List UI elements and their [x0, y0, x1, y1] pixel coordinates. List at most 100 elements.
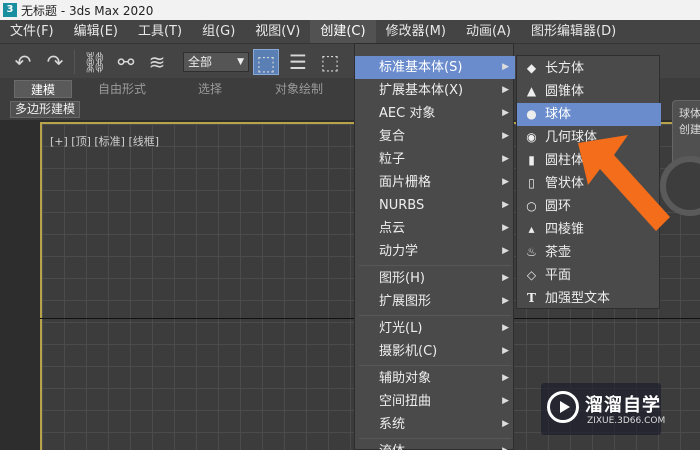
submenu-arrow-icon: ▶ — [502, 346, 509, 356]
create-menu-item-cameras[interactable]: 摄影机(C) ▶ — [355, 340, 515, 363]
menu-item-label: 粒子 — [379, 152, 406, 167]
cmd-panel-line2: 创建 — [679, 123, 700, 136]
submenu-arrow-icon: ▶ — [502, 246, 509, 256]
selection-filter-dropdown[interactable]: 全部 ▼ — [183, 52, 249, 72]
create-menu-item-extended-primitives[interactable]: 扩展基本体(X) ▶ — [355, 79, 515, 102]
menu-item-label: 加强型文本 — [545, 291, 611, 306]
menu-item-label: 灯光(L) — [379, 321, 423, 336]
menu-item-label: 系统 — [379, 417, 406, 432]
menu-group[interactable]: 组(G) — [192, 20, 245, 43]
tab-freeform[interactable]: 自由形式 — [98, 80, 146, 98]
create-menu-item-space-warps[interactable]: 空间扭曲 ▶ — [355, 390, 515, 413]
menu-item-label: 摄影机(C) — [379, 344, 438, 359]
create-menu-item-dynamics[interactable]: 动力学 ▶ — [355, 240, 515, 263]
submenu-arrow-icon: ▶ — [502, 373, 509, 383]
redo-icon[interactable]: ↷ — [42, 49, 68, 75]
submenu-arrow-icon: ▶ — [502, 131, 509, 141]
menu-divider — [359, 438, 511, 439]
menu-item-label: 空间扭曲 — [379, 394, 432, 409]
menu-item-label: 平面 — [545, 268, 572, 283]
pyramid-icon: ▴ — [528, 222, 535, 236]
menu-item-label: 圆锥体 — [545, 84, 585, 99]
tube-icon: ▯ — [528, 176, 535, 190]
menu-item-label: 点云 — [379, 221, 406, 236]
undo-icon[interactable]: ↶ — [10, 49, 36, 75]
toolbar-divider — [74, 50, 75, 74]
window-title: 无标题 - 3ds Max 2020 — [21, 3, 154, 18]
poly-modeling-label[interactable]: 多边形建模 — [10, 101, 81, 118]
submenu-arrow-icon: ▶ — [502, 419, 509, 429]
submenu-arrow-icon: ▶ — [502, 273, 509, 283]
create-menu-item-lights[interactable]: 灯光(L) ▶ — [355, 317, 515, 340]
rect-region-icon[interactable]: ⬚ — [317, 49, 343, 75]
link-icon[interactable]: ⛓ — [82, 49, 108, 75]
create-menu-item-particles[interactable]: 粒子 ▶ — [355, 148, 515, 171]
viewport-label[interactable]: [+] [顶] [标准] [线框] — [50, 133, 159, 149]
create-menu: 标准基本体(S) ▶ 扩展基本体(X) ▶ AEC 对象 ▶ 复合 ▶ 粒子 ▶… — [354, 43, 515, 450]
submenu-arrow-icon: ▶ — [502, 323, 509, 333]
std-item-plane[interactable]: ◇ 平面 — [517, 264, 661, 287]
menu-tools[interactable]: 工具(T) — [128, 20, 192, 43]
create-menu-item-shapes[interactable]: 图形(H) ▶ — [355, 267, 515, 290]
menu-bar: 文件(F) 编辑(E) 工具(T) 组(G) 视图(V) 创建(C) 修改器(M… — [0, 20, 700, 43]
menu-item-label: 球体 — [545, 107, 572, 122]
submenu-arrow-icon: ▶ — [502, 396, 509, 406]
sphere-icon: ● — [526, 107, 537, 121]
std-item-sphere[interactable]: ● 球体 — [517, 103, 661, 126]
create-menu-item-compound[interactable]: 复合 ▶ — [355, 125, 515, 148]
select-object-icon[interactable]: ⬚ — [253, 49, 279, 75]
submenu-arrow-icon: ▶ — [502, 177, 509, 187]
std-item-cone[interactable]: ▲ 圆锥体 — [517, 80, 661, 103]
menu-modifiers[interactable]: 修改器(M) — [376, 20, 456, 43]
menu-edit[interactable]: 编辑(E) — [64, 20, 128, 43]
create-menu-item-helpers[interactable]: 辅助对象 ▶ — [355, 367, 515, 390]
menu-item-label: 复合 — [379, 129, 406, 144]
annotation-arrow-icon — [578, 135, 670, 231]
create-menu-item-aec-objects[interactable]: AEC 对象 ▶ — [355, 102, 515, 125]
menu-item-label: NURBS — [379, 198, 425, 213]
create-menu-item-patch-grids[interactable]: 面片栅格 ▶ — [355, 171, 515, 194]
menu-view[interactable]: 视图(V) — [245, 20, 310, 43]
menu-item-label: 动力学 — [379, 244, 419, 259]
torus-icon: ○ — [526, 199, 537, 213]
text-icon: T — [527, 291, 536, 305]
watermark-subtitle: ZIXUE.3D66.COM — [587, 416, 666, 426]
menu-item-label: 标准基本体(S) — [379, 60, 463, 75]
create-menu-item-extended-shapes[interactable]: 扩展图形 ▶ — [355, 290, 515, 313]
menu-item-label: 辅助对象 — [379, 371, 432, 386]
submenu-arrow-icon: ▶ — [502, 296, 509, 306]
create-menu-item-point-cloud[interactable]: 点云 ▶ — [355, 217, 515, 240]
create-menu-item-fluids[interactable]: 流体 ▶ — [355, 440, 515, 450]
submenu-arrow-icon: ▶ — [502, 85, 509, 95]
unlink-icon[interactable]: ⚯ — [113, 49, 139, 75]
cmd-panel-line1: 球体 — [679, 107, 700, 120]
submenu-arrow-icon: ▶ — [502, 223, 509, 233]
create-menu-item-systems[interactable]: 系统 ▶ — [355, 413, 515, 436]
create-menu-item-standard-primitives[interactable]: 标准基本体(S) ▶ — [355, 56, 515, 79]
menu-create[interactable]: 创建(C) — [310, 20, 376, 43]
cone-icon: ▲ — [526, 84, 537, 98]
cylinder-icon: ▮ — [528, 153, 535, 167]
selection-filter-value: 全部 — [188, 55, 213, 69]
watermark: 溜溜自学 ZIXUE.3D66.COM — [541, 383, 665, 435]
menu-item-label: 茶壶 — [545, 245, 572, 260]
std-item-box[interactable]: ◆ 长方体 — [517, 57, 661, 80]
menu-divider — [359, 265, 511, 266]
menu-graph-editors[interactable]: 图形编辑器(D) — [521, 20, 626, 43]
menu-item-label: 扩展基本体(X) — [379, 83, 464, 98]
box-icon: ◆ — [526, 61, 537, 75]
submenu-arrow-icon: ▶ — [502, 154, 509, 164]
bind-space-warp-icon[interactable]: ≋ — [144, 49, 170, 75]
submenu-arrow-icon: ▶ — [502, 440, 509, 450]
submenu-arrow-icon: ▶ — [502, 62, 509, 72]
tab-object-paint[interactable]: 对象绘制 — [275, 80, 323, 98]
tab-selection[interactable]: 选择 — [198, 80, 222, 98]
menu-file[interactable]: 文件(F) — [0, 20, 64, 43]
std-item-text-plus[interactable]: T 加强型文本 — [517, 287, 661, 310]
tab-modeling[interactable]: 建模 — [14, 80, 73, 98]
submenu-arrow-icon: ▶ — [502, 200, 509, 210]
select-by-name-icon[interactable]: ☰ — [285, 49, 311, 75]
create-menu-item-nurbs[interactable]: NURBS ▶ — [355, 194, 515, 217]
menu-animation[interactable]: 动画(A) — [456, 20, 521, 43]
menu-item-label: AEC 对象 — [379, 106, 436, 121]
